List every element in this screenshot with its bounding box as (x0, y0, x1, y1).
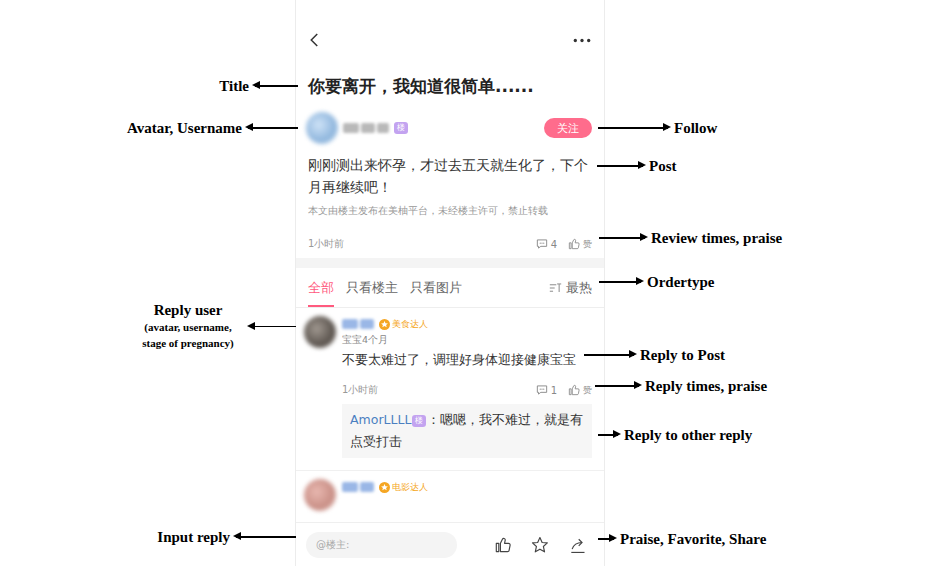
annotation-label: Title (219, 78, 249, 95)
talent-badge: 美食达人 (379, 318, 428, 331)
arrow-icon (250, 326, 296, 328)
annotation: Post (597, 154, 677, 178)
annotation: Follow (598, 116, 717, 140)
annotation: Reply times, praise (595, 374, 767, 398)
annotation: Ordertype (599, 270, 714, 294)
filter-tab[interactable]: 只看楼主 (346, 268, 398, 307)
praise-count[interactable]: 赞 (567, 237, 592, 251)
reply-time: 1小时前 (342, 383, 378, 397)
arrow-icon (598, 538, 614, 540)
arrow-icon (248, 127, 298, 129)
sub-reply: AmorLLLL楼：嗯嗯，我不难过，就是有点受打击 (350, 409, 584, 453)
annotated-figure: 你要离开，我知道很简单...... 楼 关注刚刚测出来怀孕，才过去五天就生化了，下个… (0, 0, 935, 566)
copyright-notice: 本文由楼主发布在美柚平台，未经楼主许可，禁止转载 (296, 203, 604, 219)
arrow-icon (255, 85, 298, 87)
reply-meta: 1小时前 1赞 (342, 380, 592, 400)
badge-star-icon (379, 482, 390, 493)
sub-reply-box: AmorLLLL楼：嗯嗯，我不难过，就是有点受打击 (342, 404, 592, 458)
arrow-icon (597, 165, 643, 167)
filter-bar: 全部只看楼主只看图片 最热 (296, 268, 604, 308)
annotation: Avatar, Username (127, 116, 298, 140)
annotation-label: Post (649, 158, 677, 175)
bottom-bar (296, 522, 604, 566)
reply-username[interactable] (342, 319, 374, 329)
phone-screen: 你要离开，我知道很简单...... 楼 关注刚刚测出来怀孕，才过去五天就生化了，下个… (295, 0, 605, 566)
arrow-icon (236, 536, 296, 538)
annotation: Reply to Post (584, 343, 725, 367)
author-avatar[interactable] (306, 112, 338, 144)
post-meta: 1小时前 4赞 (296, 233, 604, 255)
author-username[interactable] (343, 123, 389, 133)
annotation-label: Ordertype (647, 274, 714, 291)
arrow-icon (595, 385, 639, 387)
annotation-label: Reply user (132, 302, 244, 319)
star-icon[interactable] (530, 534, 550, 556)
post-time: 1小时前 (308, 237, 344, 251)
reply-user: 美食达人 (342, 316, 592, 332)
annotation-label: Input reply (157, 529, 230, 546)
post-body: 刚刚测出来怀孕，才过去五天就生化了，下个月再继续吧！ (296, 154, 604, 198)
filter-tab[interactable]: 只看图片 (410, 268, 462, 307)
post-content: 你要离开，我知道很简单...... 楼 关注刚刚测出来怀孕，才过去五天就生化了，下个… (296, 0, 604, 522)
annotation-label: Follow (674, 120, 717, 137)
reply-username[interactable] (342, 482, 374, 492)
arrow-icon (598, 127, 668, 129)
host-badge: 楼 (394, 122, 408, 134)
reply-item: 美食达人宝宝4个月不要太难过了，调理好身体迎接健康宝宝 1小时前 1赞 AmorLLL… (296, 308, 604, 471)
reply-avatar[interactable] (304, 316, 336, 348)
badge-star-icon (379, 319, 390, 330)
comment-count[interactable]: 4 (535, 237, 557, 251)
reply-avatar[interactable] (304, 479, 336, 511)
annotation: Reply to other reply (598, 423, 752, 447)
annotation: Review times, praise (599, 226, 782, 250)
reply-input[interactable] (306, 532, 457, 558)
annotation: Title (219, 74, 298, 98)
annotation: Input reply (157, 525, 296, 549)
back-icon[interactable] (306, 30, 324, 50)
annotation-label: Praise, Favorite, Share (620, 531, 766, 548)
thumbs-up-icon (567, 383, 581, 397)
sub-reply-user[interactable]: AmorLLLL (350, 412, 411, 427)
arrow-icon (598, 434, 618, 436)
reply-user: 电影达人 (342, 479, 592, 495)
thumbs-up-icon (567, 237, 581, 251)
sort-icon (549, 282, 562, 294)
annotation-label: Avatar, Username (127, 120, 242, 137)
annotation: Reply user(avatar, username, stage of pr… (132, 302, 296, 351)
post-title: 你要离开，我知道很简单...... (296, 58, 604, 100)
annotation-label: Reply to other reply (624, 427, 752, 444)
talent-badge: 电影达人 (379, 481, 428, 494)
top-bar (296, 0, 604, 58)
section-separator (296, 258, 604, 268)
follow-button[interactable]: 关注 (544, 118, 592, 138)
more-icon[interactable] (572, 37, 592, 44)
pregnancy-stage: 宝宝4个月 (342, 332, 592, 348)
author-row: 楼 关注 (296, 110, 604, 146)
annotation: Praise, Favorite, Share (598, 527, 766, 551)
reply-text: 不要太难过了，调理好身体迎接健康宝宝 (342, 350, 592, 370)
annotation-label: Reply to Post (640, 347, 725, 364)
thumbs-up-icon[interactable] (493, 534, 513, 556)
reply-item: 电影达人 (296, 471, 604, 522)
comment-icon (535, 237, 549, 251)
reply-praise[interactable]: 赞 (567, 383, 592, 397)
filter-tab[interactable]: 全部 (308, 268, 334, 307)
annotation-label: Reply times, praise (645, 378, 767, 395)
annotation-note: (avatar, username, stage of pregnancy) (132, 319, 244, 351)
comment-icon (535, 383, 549, 397)
order-type[interactable]: 最热 (549, 268, 592, 307)
arrow-icon (599, 281, 641, 283)
arrow-icon (584, 354, 634, 356)
reply-comment-count[interactable]: 1 (535, 383, 557, 397)
annotation-label: Review times, praise (651, 230, 782, 247)
share-icon[interactable] (568, 534, 588, 556)
arrow-icon (599, 237, 645, 239)
host-badge: 楼 (412, 415, 426, 427)
